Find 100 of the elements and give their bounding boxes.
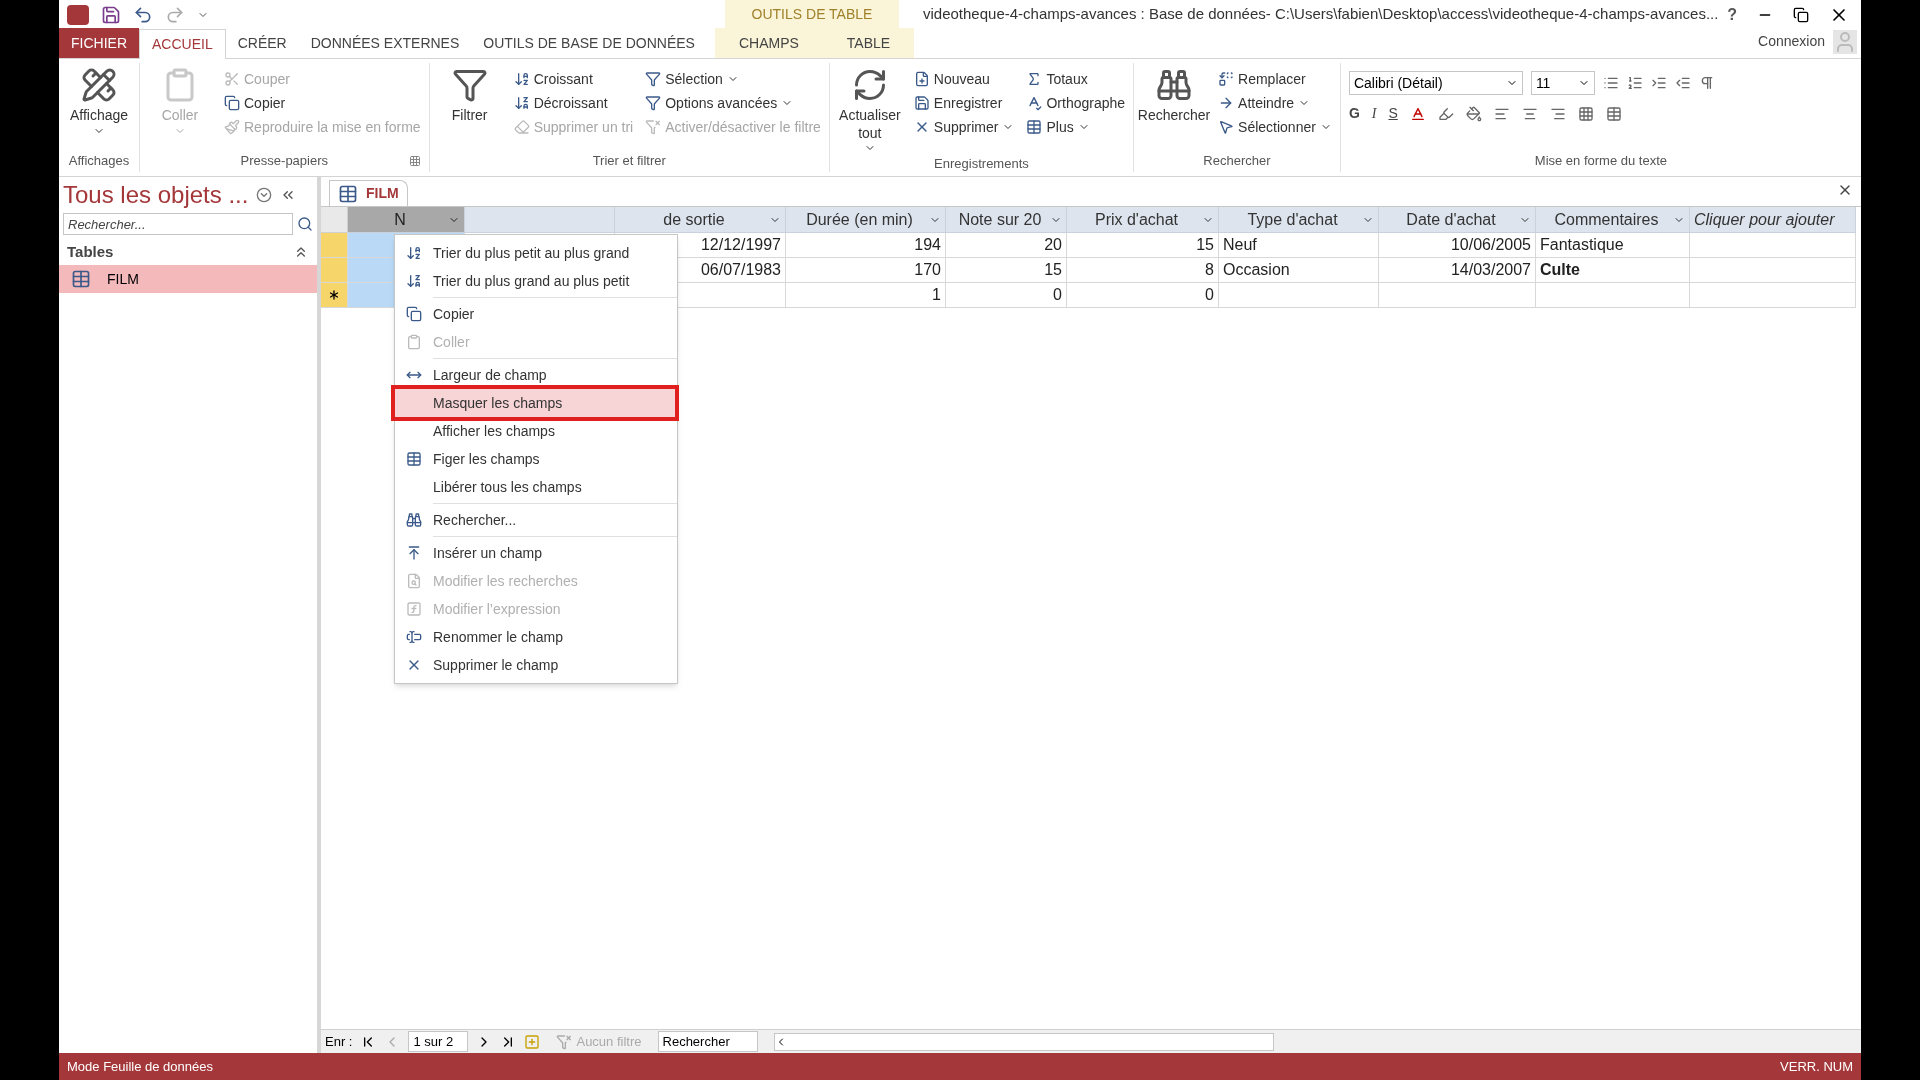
window-title: videotheque-4-champs-avances : Base de données- C:\Users\fabien\Desktop\access\videotheque-4-champs-avances... <box>923 4 1719 25</box>
ribbon-button[interactable]: Sélection <box>645 67 821 91</box>
table-cell: 0 <box>946 283 1067 308</box>
table-cell: 170 <box>786 258 946 283</box>
menu-item[interactable]: Rechercher... <box>395 506 675 534</box>
binoculars-icon <box>1156 67 1193 103</box>
font-color-icon[interactable] <box>1409 105 1426 122</box>
font-name-field[interactable]: Calibri (Détail) <box>1348 71 1523 95</box>
ribbon-button[interactable]: Enregistrer <box>913 91 1015 115</box>
table-icon <box>71 269 91 289</box>
table-icon <box>1026 119 1043 135</box>
indent-icon[interactable] <box>1650 75 1667 91</box>
table-cell: 8 <box>1067 258 1219 283</box>
horizontal-scrollbar[interactable] <box>773 1032 1274 1051</box>
sort-ascending-icon <box>406 245 422 261</box>
column-header[interactable]: Durée (en min) <box>786 207 946 233</box>
table-cell: 15 <box>946 258 1067 283</box>
ribbon-large-button[interactable]: Actualiser tout <box>837 67 902 154</box>
column-header[interactable]: Cliquer pour ajouter <box>1690 207 1856 233</box>
table-cell: 15 <box>1067 233 1219 258</box>
group-label: Rechercher <box>1203 152 1271 171</box>
ribbon-button[interactable]: Croissant <box>513 67 634 91</box>
ribbon-tab[interactable]: CRÉER <box>225 28 299 58</box>
outdent-icon[interactable] <box>1674 75 1691 91</box>
copy-icon <box>224 95 240 111</box>
sort-descending-icon <box>406 273 422 289</box>
group-label: Trier et filtrer <box>592 152 666 171</box>
ribbon-button[interactable]: Atteindre <box>1218 91 1332 115</box>
ribbon-button[interactable]: Supprimer <box>913 115 1015 139</box>
ribbon-tab[interactable]: TABLE <box>822 28 915 58</box>
column-header[interactable]: N <box>348 207 465 233</box>
numbered-list-icon[interactable] <box>1626 75 1643 91</box>
row-selector[interactable] <box>321 283 348 308</box>
navigation-item[interactable]: FILM <box>59 265 317 293</box>
font-size-field[interactable]: 11 <box>1530 71 1595 95</box>
restore-icon[interactable] <box>1793 6 1809 23</box>
record-position-field[interactable]: 1 sur 2 <box>408 1030 469 1053</box>
ribbon-button[interactable]: Remplacer <box>1218 67 1332 91</box>
ribbon-button[interactable]: Sélectionner <box>1218 115 1332 139</box>
menu-item[interactable]: Afficher les champs <box>395 417 675 445</box>
bold-button[interactable]: G <box>1348 103 1360 124</box>
ribbon-tab[interactable]: DONNÉES EXTERNES <box>298 28 472 58</box>
ribbon-button[interactable]: Décroissant <box>513 91 634 115</box>
help-button[interactable]: ? <box>1727 2 1737 27</box>
row-color-icon[interactable] <box>1605 105 1622 122</box>
ribbon-large-button[interactable]: Filtrer <box>437 67 502 150</box>
table-cell: 1 <box>786 283 946 308</box>
ribbon-button[interactable]: Orthographe <box>1026 91 1126 115</box>
rename-icon <box>406 629 422 645</box>
menu-item[interactable]: Renommer le champ <box>395 623 675 651</box>
gridlines-icon[interactable] <box>1577 105 1594 122</box>
ribbon-button[interactable]: Plus <box>1026 115 1126 139</box>
ribbon-tab[interactable]: OUTILS DE BASE DE DONNÉES <box>471 28 707 58</box>
table-cell: 0 <box>1067 283 1219 308</box>
table-icon <box>338 183 358 204</box>
fill-color-icon[interactable] <box>1465 105 1482 122</box>
menu-item[interactable]: Largeur de champ <box>395 361 675 389</box>
ribbon-tab[interactable]: CHAMPS <box>714 28 823 58</box>
table-cell: Occasion <box>1219 258 1379 283</box>
highlight-icon[interactable] <box>1437 105 1454 122</box>
user-icon <box>1833 30 1857 54</box>
column-header[interactable]: Prix d'achat <box>1067 207 1219 233</box>
menu-item[interactable]: Copier <box>395 300 675 328</box>
insert-column-icon <box>406 545 422 561</box>
bullet-list-icon[interactable] <box>1602 75 1619 91</box>
ruler-pencil-icon <box>81 67 117 103</box>
column-header[interactable]: Commentaires <box>1536 207 1690 233</box>
new-record-icon <box>913 71 930 87</box>
ribbon-large-button[interactable]: Affichage <box>67 67 131 150</box>
ribbon-button[interactable]: Copier <box>224 91 421 115</box>
document-tab[interactable]: FILM <box>329 180 408 206</box>
dialog-launcher-icon[interactable] <box>408 155 421 167</box>
column-header[interactable]: Type d'achat <box>1219 207 1379 233</box>
sign-in-link[interactable]: Connexion <box>1758 31 1825 52</box>
filter-icon <box>556 1033 573 1050</box>
save-icon <box>913 95 930 111</box>
search-icon[interactable] <box>297 216 313 232</box>
column-header[interactable]: Note sur 20 <box>946 207 1067 233</box>
app-icon[interactable] <box>67 4 89 25</box>
column-header[interactable]: Date d'achat <box>1379 207 1536 233</box>
copy-icon <box>406 306 422 322</box>
ribbon-button[interactable]: Totaux <box>1026 67 1126 91</box>
search-field[interactable]: Rechercher... <box>63 213 293 235</box>
menu-item[interactable]: Supprimer le champ <box>395 651 675 679</box>
undo-icon[interactable] <box>133 4 153 25</box>
ribbon-button[interactable]: Nouveau <box>913 67 1015 91</box>
menu-item[interactable]: Figer les champs <box>395 445 675 473</box>
search-field[interactable]: Rechercher <box>657 1030 758 1053</box>
italic-button[interactable]: I <box>1371 103 1377 124</box>
menu-item[interactable]: Libérer tous les champs <box>395 473 675 501</box>
ribbon-tab[interactable]: ACCUEIL <box>139 29 226 59</box>
dropdown-icon[interactable] <box>256 187 273 203</box>
table-icon <box>406 451 422 467</box>
column-header[interactable]: de sortie <box>615 207 786 233</box>
save-icon[interactable] <box>101 4 121 25</box>
ribbon-button[interactable]: Options avancées <box>645 91 821 115</box>
table-cell: Neuf <box>1219 233 1379 258</box>
ribbon-tab[interactable]: FICHIER <box>59 28 139 58</box>
menu-item[interactable]: Insérer un champ <box>395 539 675 567</box>
underline-button[interactable]: S <box>1388 103 1398 124</box>
